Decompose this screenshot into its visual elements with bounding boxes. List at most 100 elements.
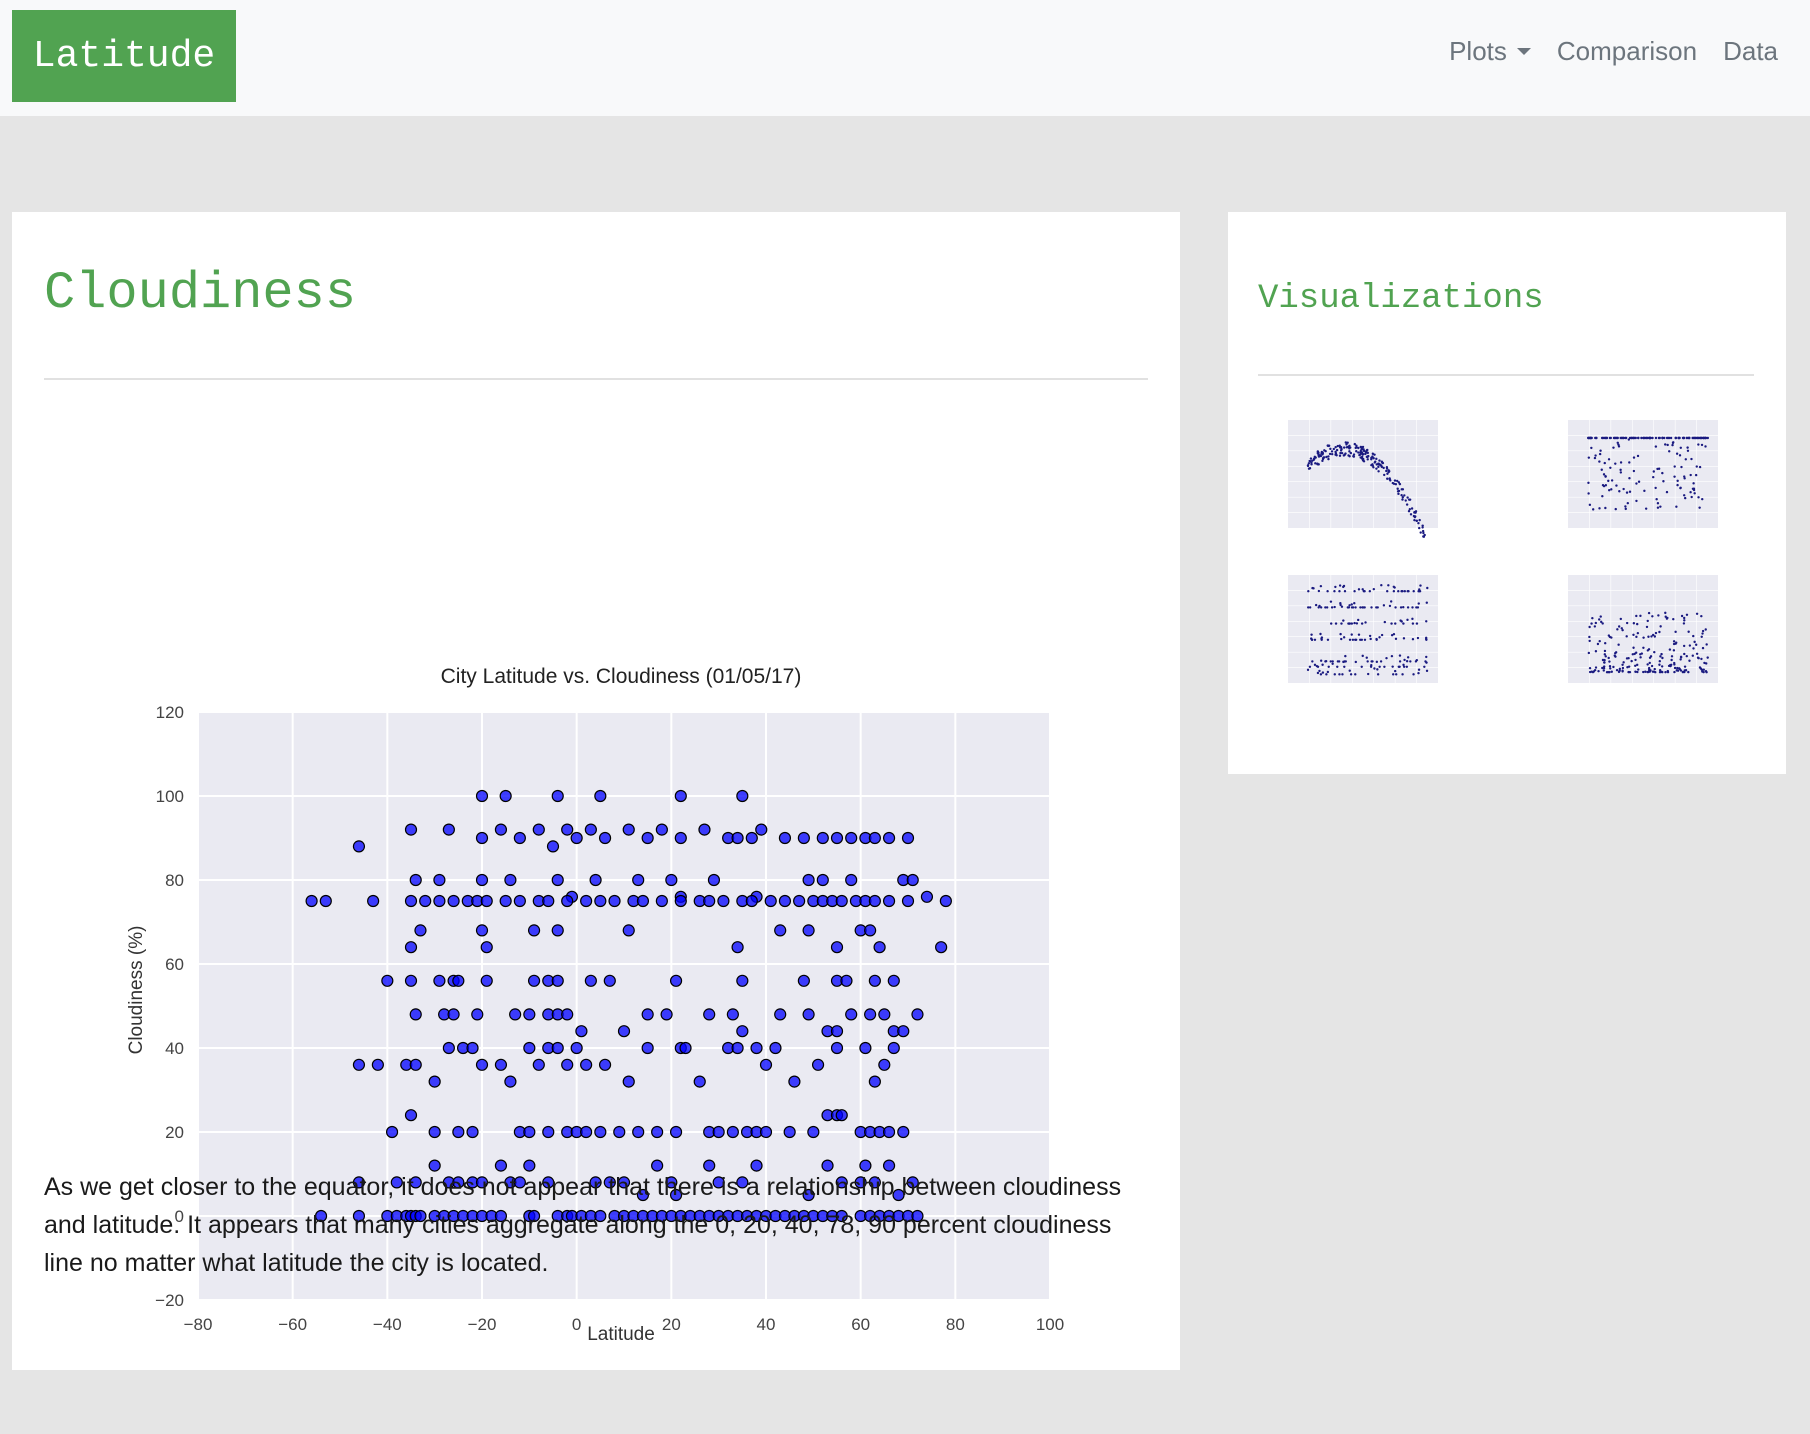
- thumbnail-point: [1350, 633, 1353, 636]
- thumbnail-point: [1370, 663, 1373, 667]
- thumbnail-point: [1373, 461, 1376, 464]
- thumbnail-point: [1658, 663, 1661, 666]
- data-point: [674, 789, 687, 803]
- thumbnail-point: [1674, 436, 1677, 440]
- thumbnail-point: [1332, 447, 1336, 451]
- thumbnail-point: [1406, 496, 1409, 499]
- thumbnail-point: [1307, 462, 1311, 465]
- data-point: [475, 831, 489, 845]
- thumbnail-point: [1687, 670, 1690, 674]
- thumbnail-point: [1388, 604, 1392, 608]
- thumbnail-point: [1673, 465, 1676, 468]
- brand-logo[interactable]: Latitude: [12, 10, 236, 102]
- thumbnail-point: [1406, 618, 1409, 622]
- thumbnail-point: [1380, 460, 1384, 463]
- y-tick-label: 60: [165, 955, 184, 974]
- thumbnail-point: [1682, 644, 1686, 648]
- data-point: [513, 894, 526, 908]
- data-point: [830, 1041, 844, 1055]
- thumbnail-point: [1402, 605, 1405, 609]
- data-point: [811, 1058, 825, 1071]
- thumbnail-point: [1334, 622, 1338, 625]
- thumbnail-point: [1632, 622, 1636, 625]
- thumbnail-point: [1604, 506, 1607, 510]
- data-point: [404, 1109, 418, 1122]
- thumbnail-point: [1626, 665, 1629, 669]
- thumbnail-point: [1339, 446, 1343, 449]
- thumbnail-point: [1350, 603, 1353, 606]
- data-point: [882, 894, 896, 908]
- data-point: [868, 1075, 881, 1088]
- thumbnail-point: [1666, 443, 1669, 447]
- data-point: [433, 873, 446, 887]
- thumbnail-point: [1700, 614, 1703, 618]
- thumbnail-humidity[interactable]: [1568, 420, 1718, 528]
- thumbnail-point: [1390, 622, 1393, 625]
- thumbnail-point: [1587, 456, 1591, 459]
- data-point: [797, 831, 810, 845]
- thumbnail-point: [1415, 519, 1418, 523]
- thumbnail-point: [1613, 654, 1616, 657]
- thumbnail-point: [1588, 666, 1592, 670]
- nav-data-link[interactable]: Data: [1723, 36, 1778, 67]
- thumbnail-point: [1661, 656, 1664, 660]
- data-point: [594, 789, 607, 803]
- thumbnail-wind-speed[interactable]: [1568, 575, 1718, 683]
- thumbnail-point: [1371, 455, 1374, 458]
- data-point: [551, 924, 564, 937]
- thumbnail-point: [1364, 451, 1368, 454]
- data-point: [404, 941, 418, 954]
- thumbnail-point: [1316, 671, 1320, 675]
- thumbnail-point: [1634, 664, 1637, 667]
- thumbnail-point: [1622, 661, 1625, 664]
- thumbnail-temperature[interactable]: [1288, 420, 1438, 538]
- thumbnail-point: [1341, 673, 1344, 676]
- thumbnail-point: [1612, 665, 1615, 669]
- thumbnail-point: [1597, 669, 1600, 673]
- data-point: [726, 1125, 739, 1139]
- thumbnail-point: [1330, 450, 1334, 453]
- thumbnail-point: [1316, 451, 1320, 455]
- data-point: [830, 1025, 844, 1038]
- data-point: [674, 894, 687, 908]
- thumbnail-point: [1326, 444, 1330, 447]
- thumbnail-point: [1378, 665, 1381, 668]
- sidebar-divider: [1258, 374, 1754, 376]
- thumbnail-point: [1610, 636, 1613, 639]
- thumbnail-point: [1411, 638, 1415, 641]
- thumbnail-point: [1358, 453, 1361, 457]
- data-point: [452, 1125, 465, 1139]
- thumbnail-plot-area: [1568, 420, 1718, 528]
- data-point: [442, 1041, 455, 1055]
- nav-links: Plots Comparison Data: [1449, 36, 1778, 67]
- thumbnail-point: [1417, 602, 1420, 605]
- thumbnail-point: [1664, 443, 1667, 446]
- thumbnail-point: [1653, 650, 1656, 654]
- thumbnail-point: [1653, 667, 1656, 671]
- data-point: [840, 974, 853, 987]
- thumbnail-point: [1394, 483, 1398, 486]
- thumbnail-point: [1418, 518, 1421, 522]
- thumbnail-point: [1650, 664, 1654, 668]
- thumbnail-point: [1385, 469, 1388, 473]
- thumbnail-point: [1313, 638, 1317, 641]
- thumbnail-point: [1598, 460, 1601, 463]
- thumbnail-point: [1414, 660, 1418, 663]
- thumbnail-point: [1695, 612, 1699, 615]
- thumbnail-point: [1695, 652, 1699, 655]
- thumbnail-point: [1378, 636, 1381, 639]
- thumbnail-point: [1608, 489, 1611, 492]
- thumbnail-cloudiness[interactable]: [1288, 575, 1438, 683]
- thumbnail-point: [1619, 461, 1623, 464]
- thumbnail-point: [1673, 661, 1676, 665]
- thumbnail-point: [1370, 463, 1373, 467]
- nav-comparison-link[interactable]: Comparison: [1557, 36, 1697, 67]
- data-point: [864, 924, 877, 937]
- thumbnail-point: [1357, 618, 1360, 622]
- thumbnail-point: [1588, 503, 1592, 507]
- nav-plots-dropdown[interactable]: Plots: [1449, 36, 1531, 67]
- data-point: [561, 894, 574, 908]
- y-tick-label: 40: [165, 1039, 184, 1058]
- thumbnail-point: [1359, 445, 1363, 449]
- thumbnail-point: [1654, 436, 1658, 440]
